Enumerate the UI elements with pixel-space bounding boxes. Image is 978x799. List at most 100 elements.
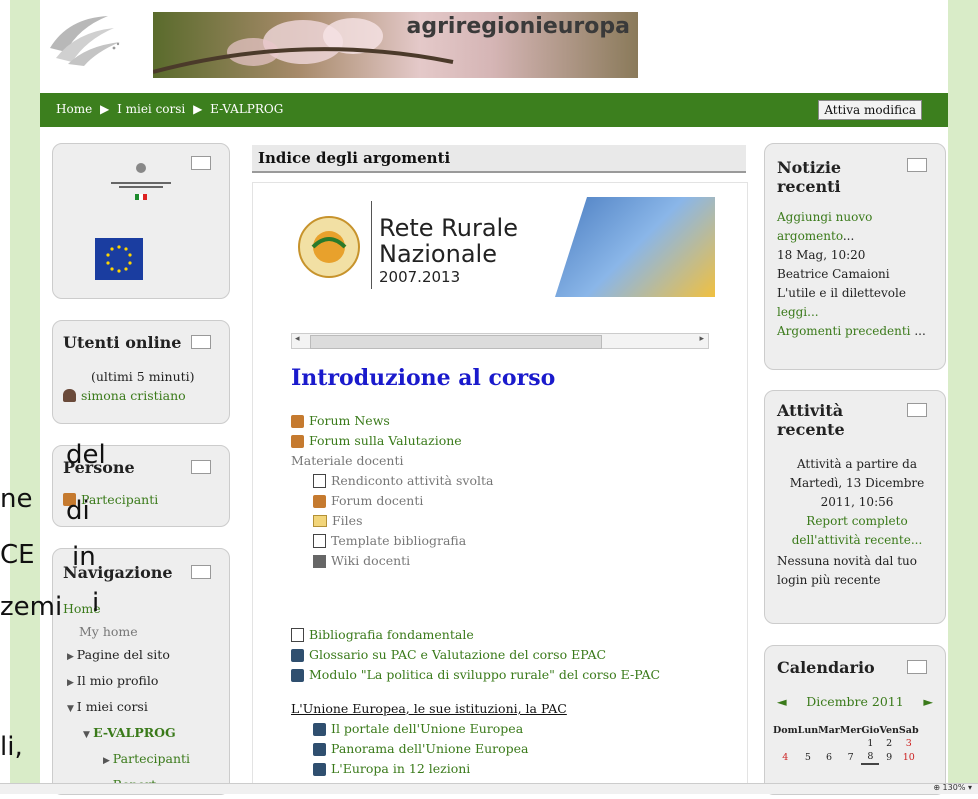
calendar-day-weekend[interactable]: 10 [899,750,919,764]
news-date: 18 Mag, 10:20 [777,248,866,262]
news-author: Beatrice Camaioni [777,267,890,281]
calendar-grid: Dom Lun Mar Mer Gio Ven Sab 1 2 3 4 5 6 [773,724,919,765]
calendar-day [840,737,862,750]
block-title: Attività recente [777,401,845,439]
activity-files[interactable]: Files [313,511,660,531]
block-collapse-icon[interactable] [907,660,927,674]
eu-section-heading[interactable]: L'Unione Europea, le sue istituzioni, la… [291,699,660,719]
resource-modulo[interactable]: Modulo "La politica di sviluppo rurale" … [291,665,660,685]
block-collapse-icon[interactable] [191,565,211,579]
rete-rurale-text: Rete Rurale Nazionale 2007.2013 [379,214,518,286]
activity-rendiconto[interactable]: Rendiconto attività svolta [313,471,660,491]
activity-template-bibliografia[interactable]: Template bibliografia [313,531,660,551]
turn-editing-on-button[interactable]: Attiva modifica [818,100,922,120]
resource-glossario[interactable]: Glossario su PAC e Valutazione del corso… [291,645,660,665]
scroll-left-icon[interactable]: ◂ [295,334,300,344]
older-topics-link[interactable]: Argomenti precedenti [777,324,911,338]
calendar-day-weekend[interactable]: 3 [899,737,919,750]
full-report-link[interactable]: Report completo dell'attività recente... [779,512,935,550]
nav-item-site-pages[interactable]: ▶ Pagine del sito [63,643,190,669]
rete-rurale-graphic [555,197,715,297]
weekday-label: Ven [879,725,899,736]
calendar-day-today[interactable]: 8 [861,750,880,765]
activity-forum-docenti[interactable]: Forum docenti [313,491,660,511]
scrollbar-thumb[interactable] [310,335,602,349]
wiki-icon [313,554,326,568]
activity-wiki-docenti[interactable]: Wiki docenti [313,551,660,571]
read-more-link[interactable]: leggi... [777,303,937,322]
nav-item-course[interactable]: ▼ E-VALPROG [63,721,190,747]
weekday-label: Lun [797,725,819,736]
expand-arrow-icon: ▶ [103,756,113,766]
calendar-day[interactable]: 7 [840,750,862,764]
overlay-word: li, [0,732,23,762]
nav-item-participants[interactable]: ▶ Partecipanti [63,747,190,773]
block-collapse-icon[interactable] [191,335,211,349]
nav-item-my-profile[interactable]: ▶ Il mio profilo [63,669,190,695]
breadcrumb-home[interactable]: Home [56,102,92,116]
folder-icon [313,515,327,527]
calendar-day[interactable]: 6 [818,750,840,764]
calendar-day[interactable]: 9 [879,750,898,764]
zoom-level[interactable]: ⊕ 130% ▾ [933,783,972,792]
eu-item-panorama[interactable]: Panorama dell'Unione Europea [313,739,660,759]
eu-item-lezioni[interactable]: L'Europa in 12 lezioni [313,759,660,779]
online-user-name[interactable]: simona cristiano [81,388,186,403]
calendar-day[interactable]: 2 [879,737,898,750]
nav-item-my-home[interactable]: My home [63,620,190,643]
link-icon [313,742,326,756]
ministry-logo [111,163,171,200]
collapse-arrow-icon: ▼ [67,704,77,714]
user-avatar-icon [63,389,76,402]
course-activities: Forum News Forum sulla Valutazione Mater… [291,411,660,779]
resource-bibliografia[interactable]: Bibliografia fondamentale [291,625,660,645]
scroll-right-icon[interactable]: ▸ [699,334,704,344]
block-collapse-icon[interactable] [907,403,927,417]
breadcrumb-my-courses[interactable]: I miei corsi [117,102,185,116]
calendar-day[interactable]: 1 [861,737,879,750]
activity-forum-valutazione[interactable]: Forum sulla Valutazione [291,431,660,451]
left-page-margin [10,0,40,783]
breadcrumb-separator: ▶ [193,102,203,116]
breadcrumb-separator: ▶ [100,102,110,116]
horizontal-scrollbar[interactable]: ◂ ▸ [291,333,709,349]
calendar-month-nav: ◄ Dicembre 2011 ► [777,694,933,709]
link-icon [313,762,326,776]
breadcrumb-course[interactable]: E-VALPROG [210,102,283,116]
activity-forum-news[interactable]: Forum News [291,411,660,431]
weekday-label: Mar [818,725,840,736]
document-icon [291,628,304,642]
nav-item-my-courses[interactable]: ▼ I miei corsi [63,695,190,721]
online-user-item[interactable]: simona cristiano [63,388,186,403]
calendar-day[interactable]: 5 [798,750,819,764]
weekday-label: Mer [839,725,862,736]
news-post-title: L'utile e il dilettevole [777,286,906,300]
block-collapse-icon[interactable] [191,460,211,474]
breadcrumb: Home ▶ I miei corsi ▶ E-VALPROG [56,102,287,116]
news-content: Aggiungi nuovo argomento... 18 Mag, 10:2… [777,208,937,341]
eu-item-portale[interactable]: Il portale dell'Unione Europea [313,719,660,739]
calendar-day [798,737,819,750]
recent-activity-block: Attività recente Attività a partire da M… [764,390,946,624]
next-month-icon[interactable]: ► [923,694,933,709]
overlay-word: CE [0,540,35,570]
weekday-label: Dom [773,725,798,736]
banner-title: agriregionieuropa [406,14,630,39]
calendar-day-weekend[interactable]: 4 [773,750,798,764]
calendar-month[interactable]: Dicembre 2011 [806,694,903,709]
topics-title: Indice degli argomenti [258,149,451,167]
document-icon [313,534,326,548]
glossary-icon [291,668,304,682]
overlay-word: di [66,496,90,526]
block-collapse-icon[interactable] [907,158,927,172]
topics-header: Indice degli argomenti [252,145,746,173]
participants-link[interactable]: Partecipanti [81,492,158,507]
header-banner: agriregionieuropa [153,12,638,78]
navigation-tree: Home My home ▶ Pagine del sito ▶ Il mio … [63,597,190,799]
course-section-title: Introduzione al corso [291,365,556,391]
add-topic-link[interactable]: Aggiungi nuovo argomento [777,210,872,243]
nav-item-home[interactable]: Home [63,597,190,620]
overlay-word: del [66,440,106,470]
forum-icon [291,434,304,448]
previous-month-icon[interactable]: ◄ [777,694,787,709]
